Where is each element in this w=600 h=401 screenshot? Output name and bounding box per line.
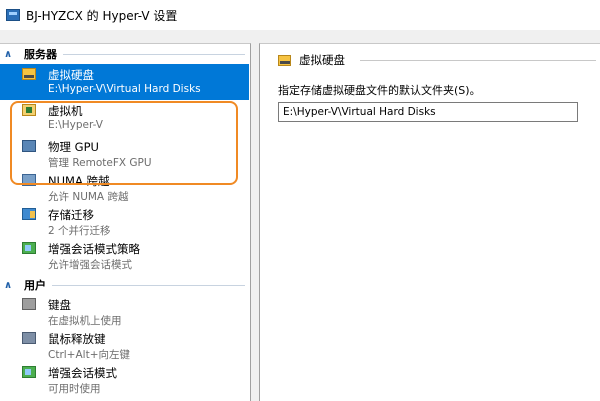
server-section-header[interactable]: ∧ 服务器 xyxy=(0,46,249,62)
hyper-v-settings-icon xyxy=(6,9,20,21)
enhanced-session-icon xyxy=(22,366,36,378)
gpu-icon xyxy=(22,140,36,152)
title-bar: BJ-HYZCX 的 Hyper-V 设置 xyxy=(0,0,600,30)
settings-detail-pane: 虚拟硬盘 指定存储虚拟硬盘文件的默认文件夹(S)。 xyxy=(259,43,600,401)
enhanced-session-policy-icon xyxy=(22,242,36,254)
numa-icon xyxy=(22,174,36,186)
storage-migration-icon xyxy=(22,208,36,220)
sidebar-item-numa-spanning[interactable]: NUMA 跨越 允许 NUMA 跨越 xyxy=(0,170,249,206)
group-title: 虚拟硬盘 xyxy=(278,52,345,68)
sidebar-item-keyboard[interactable]: 键盘 在虚拟机上使用 xyxy=(0,294,249,330)
virtual-disk-icon xyxy=(278,54,291,66)
virtual-machine-folder-icon xyxy=(22,104,36,116)
sidebar-item-mouse-release-key[interactable]: 鼠标释放键 Ctrl+Alt+向左键 xyxy=(0,328,249,364)
sidebar-item-virtual-hard-disks[interactable]: 虚拟硬盘 E:\Hyper-V\Virtual Hard Disks xyxy=(0,64,249,100)
sidebar-item-storage-migrations[interactable]: 存储迁移 2 个并行迁移 xyxy=(0,204,249,240)
sidebar-item-virtual-machines[interactable]: 虚拟机 E:\Hyper-V xyxy=(0,100,249,136)
user-section-header[interactable]: ∧ 用户 xyxy=(0,277,249,293)
settings-navigation-pane[interactable]: ∧ 服务器 虚拟硬盘 E:\Hyper-V\Virtual Hard Disks… xyxy=(0,43,251,401)
keyboard-icon xyxy=(22,298,36,310)
collapse-chevron-icon[interactable]: ∧ xyxy=(4,49,14,60)
sidebar-item-enhanced-session-policy[interactable]: 增强会话模式策略 允许增强会话模式 xyxy=(0,238,249,274)
mouse-release-icon xyxy=(22,332,36,344)
window-title: BJ-HYZCX 的 Hyper-V 设置 xyxy=(26,8,178,23)
default-folder-description: 指定存储虚拟硬盘文件的默认文件夹(S)。 xyxy=(278,84,481,97)
collapse-chevron-icon[interactable]: ∧ xyxy=(4,280,14,291)
sidebar-item-physical-gpu[interactable]: 物理 GPU 管理 RemoteFX GPU xyxy=(0,136,249,172)
virtual-disk-icon xyxy=(22,68,36,80)
group-divider xyxy=(360,60,596,61)
sidebar-item-enhanced-session[interactable]: 增强会话模式 可用时使用 xyxy=(0,362,249,398)
virtual-hard-disk-path-input[interactable] xyxy=(278,102,578,122)
